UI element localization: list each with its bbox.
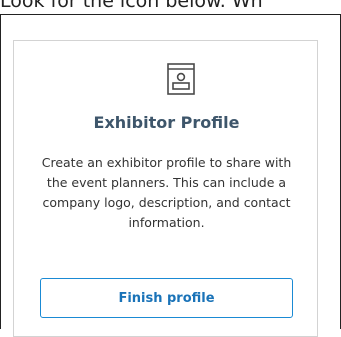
card-title: Exhibitor Profile — [93, 113, 240, 132]
finish-profile-button[interactable]: Finish profile — [40, 278, 293, 318]
card-description: Create an exhibitor profile to share wit… — [41, 155, 292, 230]
instruction-text: Look for the icon below. Wh — [0, 0, 263, 12]
exhibitor-booth-icon — [167, 63, 195, 95]
content-frame: Exhibitor Profile Create an exhibitor pr… — [0, 14, 341, 337]
exhibitor-profile-card: Exhibitor Profile Create an exhibitor pr… — [13, 40, 318, 337]
